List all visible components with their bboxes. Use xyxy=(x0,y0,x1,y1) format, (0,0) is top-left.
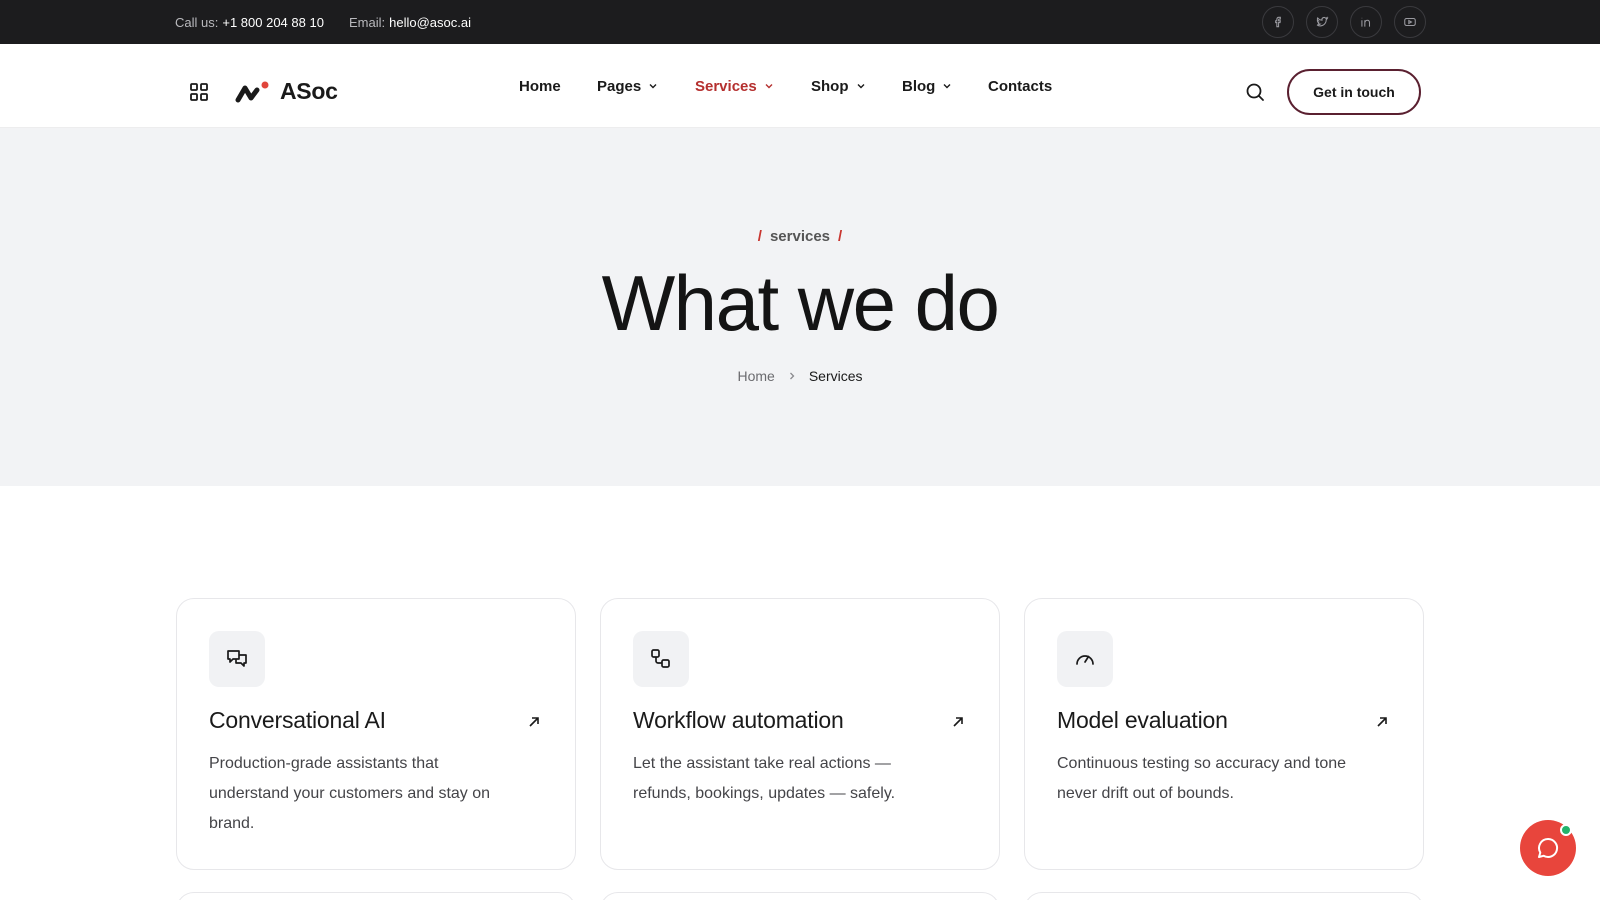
chevron-down-icon xyxy=(765,84,773,89)
search-icon[interactable] xyxy=(1245,82,1265,102)
chevron-down-icon xyxy=(857,84,864,89)
service-card-conversational-ai[interactable]: Conversational AI Production-grade assis… xyxy=(176,598,576,870)
card-icon-box xyxy=(633,631,689,687)
phone-contact: Call us: +1 800 204 88 10 xyxy=(175,0,324,44)
arrow-up-right-icon[interactable] xyxy=(527,715,541,729)
hero-eyebrow: / services / xyxy=(0,228,1600,245)
nav-contacts[interactable]: Contacts xyxy=(988,44,1052,128)
nav-pages-label: Pages xyxy=(597,77,642,95)
slash-decoration: / xyxy=(757,228,762,245)
service-card-row2[interactable] xyxy=(600,892,1000,900)
card-title: Conversational AI xyxy=(209,707,386,733)
slash-decoration: / xyxy=(838,228,843,245)
arrow-up-right-icon[interactable] xyxy=(951,715,965,729)
nav-blog-label: Blog xyxy=(902,77,936,95)
workflow-icon xyxy=(651,649,670,668)
eyebrow-text: services xyxy=(769,228,831,245)
arrow-up-right-icon[interactable] xyxy=(1375,715,1389,729)
email-contact: Email: hello@asoc.ai xyxy=(349,0,471,44)
nav-shop-label: Shop xyxy=(811,77,849,95)
breadcrumb-home-link[interactable]: Home xyxy=(737,368,774,384)
nav-services[interactable]: Services xyxy=(695,44,774,128)
social-links xyxy=(1262,6,1426,38)
nav-pages[interactable]: Pages xyxy=(597,44,658,128)
chat-icon xyxy=(1538,837,1559,858)
nav-shop[interactable]: Shop xyxy=(811,44,866,128)
card-description: Production-grade assistants that underst… xyxy=(209,755,491,832)
card-description: Continuous testing so accuracy and tone … xyxy=(1057,755,1347,802)
chevron-right-icon xyxy=(789,372,795,380)
card-title: Workflow automation xyxy=(633,707,844,733)
phone-link[interactable]: +1 800 204 88 10 xyxy=(222,15,324,30)
service-card-workflow-automation[interactable]: Workflow automation Let the assistant ta… xyxy=(600,598,1000,870)
email-link[interactable]: hello@asoc.ai xyxy=(389,15,471,30)
nav-home-label: Home xyxy=(519,77,561,95)
card-icon-box xyxy=(1057,631,1113,687)
gauge-icon xyxy=(1076,655,1094,665)
email-label: Email: xyxy=(349,14,386,30)
page-title: What we do xyxy=(601,259,1000,347)
breadcrumb-current: Services xyxy=(808,368,863,384)
nav-contacts-label: Contacts xyxy=(988,77,1053,95)
nav-blog[interactable]: Blog xyxy=(902,44,952,128)
nav-services-label: Services xyxy=(695,77,757,95)
nav-home[interactable]: Home xyxy=(519,44,561,128)
chat-bubbles-icon xyxy=(227,650,247,667)
service-card-row2[interactable] xyxy=(1024,892,1424,900)
get-in-touch-button[interactable]: Get in touch xyxy=(1287,69,1421,115)
phone-label: Call us: xyxy=(175,14,219,30)
chevron-down-icon xyxy=(943,84,951,89)
service-card-row2[interactable] xyxy=(176,892,576,900)
card-icon-box xyxy=(209,631,265,687)
online-status-dot xyxy=(1560,824,1572,836)
top-bar: Call us: +1 800 204 88 10 Email: hello@a… xyxy=(0,0,1600,44)
facebook-icon[interactable] xyxy=(1262,6,1294,38)
twitter-icon[interactable] xyxy=(1306,6,1338,38)
linkedin-icon[interactable] xyxy=(1350,6,1382,38)
service-card-model-evaluation[interactable]: Model evaluation Continuous testing so a… xyxy=(1024,598,1424,870)
chevron-down-icon xyxy=(649,84,657,89)
card-description: Let the assistant take real actions — re… xyxy=(633,755,896,802)
breadcrumb: Home Services xyxy=(0,368,1600,384)
youtube-icon[interactable] xyxy=(1394,6,1426,38)
card-title: Model evaluation xyxy=(1057,707,1228,733)
